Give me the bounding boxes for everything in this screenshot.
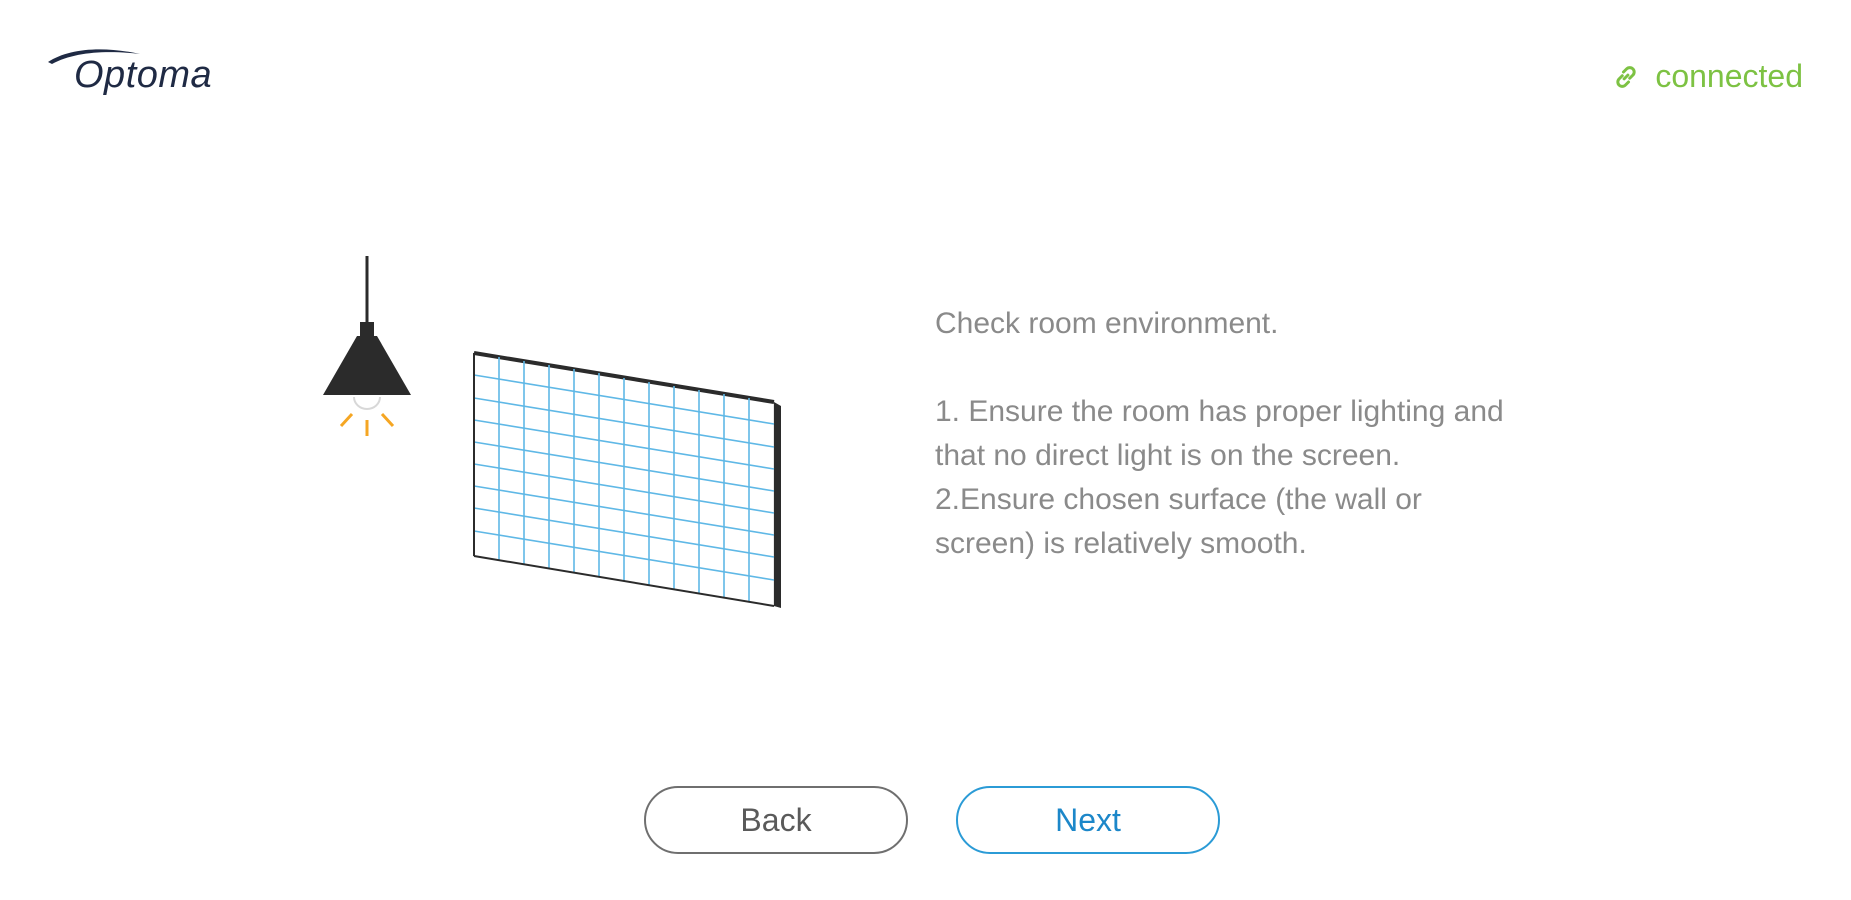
instruction-line: 1. Ensure the room has proper lighting a… [935, 395, 1504, 428]
status-text: connected [1655, 58, 1803, 94]
connection-status: connected [1611, 58, 1803, 95]
ceiling-lamp-icon [323, 256, 411, 436]
instructions-panel: Check room environment. 1. Ensure the ro… [935, 302, 1655, 566]
next-button[interactable]: Next [956, 786, 1220, 854]
back-button[interactable]: Back [644, 786, 908, 854]
instruction-line: 2.Ensure chosen surface (the wall or [935, 483, 1422, 516]
logo-text: Optoma [74, 54, 213, 96]
setup-page: Optoma connected Check room environment.… [0, 0, 1851, 900]
projection-screen-icon [473, 351, 781, 608]
instructions-heading: Check room environment. [935, 307, 1279, 340]
link-icon [1616, 65, 1636, 88]
instruction-line: that no direct light is on the screen. [935, 439, 1401, 472]
optoma-logo: Optoma [44, 44, 214, 100]
instruction-line: screen) is relatively smooth. [935, 527, 1307, 560]
room-illustration [323, 256, 781, 608]
